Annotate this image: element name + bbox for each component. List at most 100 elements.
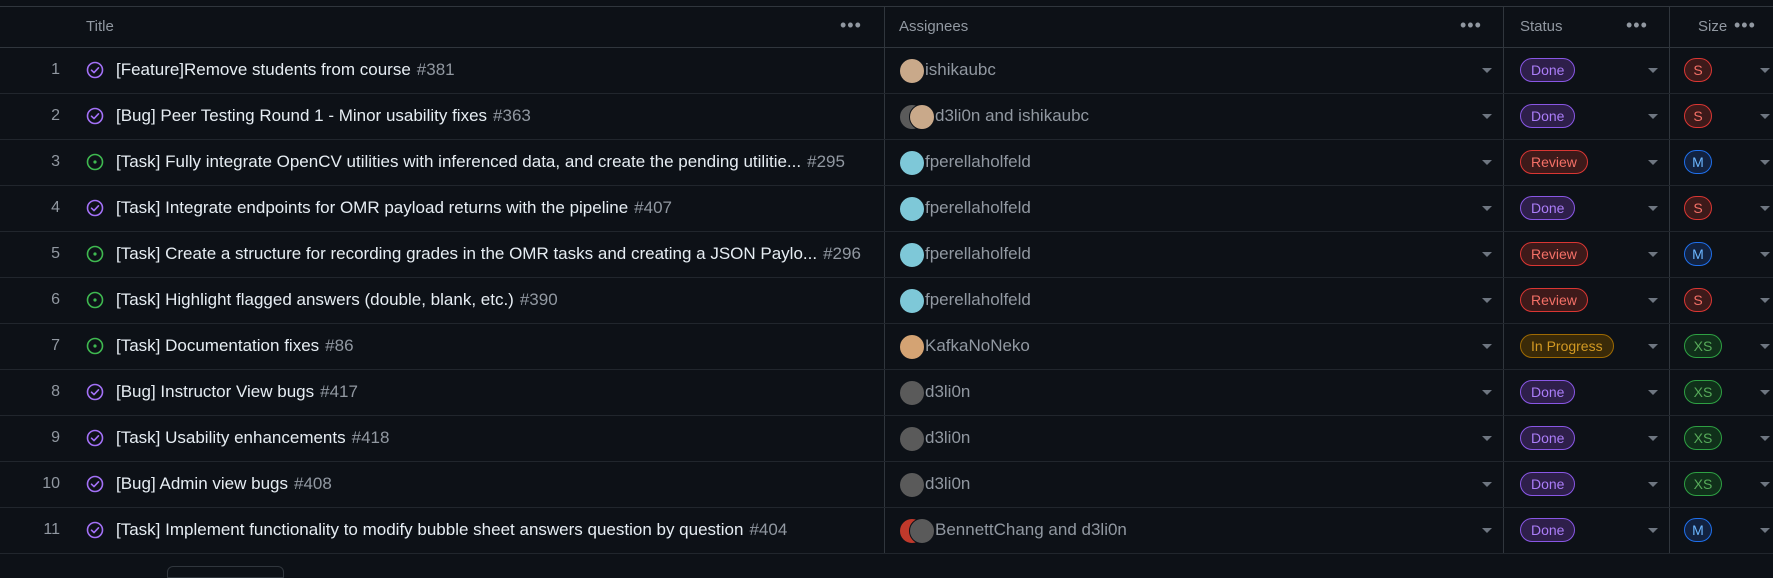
assignee-names[interactable]: fperellaholfeld (925, 277, 1031, 323)
assignee-names[interactable]: d3li0n (925, 461, 970, 507)
table-row[interactable]: 11 [Task] Implement functionality to modi… (0, 507, 1773, 554)
status-dropdown-chevron-icon[interactable] (1648, 390, 1658, 395)
size-badge[interactable]: M (1684, 518, 1712, 542)
assignee-names[interactable]: BennettChang and d3li0n (935, 507, 1127, 553)
assignees-dropdown-chevron-icon[interactable] (1482, 160, 1492, 165)
item-title-text[interactable]: [Bug] Peer Testing Round 1 - Minor usabi… (116, 106, 487, 125)
assignees-dropdown-chevron-icon[interactable] (1482, 482, 1492, 487)
item-title-text[interactable]: [Bug] Admin view bugs (116, 474, 288, 493)
status-dropdown-chevron-icon[interactable] (1648, 206, 1658, 211)
size-dropdown-chevron-icon[interactable] (1760, 206, 1770, 211)
assignees-dropdown-chevron-icon[interactable] (1482, 390, 1492, 395)
size-badge[interactable]: M (1684, 150, 1712, 174)
size-dropdown-chevron-icon[interactable] (1760, 160, 1770, 165)
table-row[interactable]: 6 [Task] Highlight flagged answers (doubl… (0, 277, 1773, 324)
item-title[interactable]: [Task] Fully integrate OpenCV utilities … (116, 139, 845, 185)
item-title-text[interactable]: [Task] Fully integrate OpenCV utilities … (116, 152, 801, 171)
assignees-dropdown-chevron-icon[interactable] (1482, 436, 1492, 441)
status-badge[interactable]: Done (1520, 472, 1576, 496)
size-badge[interactable]: M (1684, 242, 1712, 266)
column-header-title[interactable]: Title (86, 7, 114, 47)
item-title[interactable]: [Task] Highlight flagged answers (double… (116, 277, 558, 323)
status-badge[interactable]: Review (1520, 242, 1588, 266)
assignee-names[interactable]: ishikaubc (925, 47, 996, 93)
assignee-names[interactable]: fperellaholfeld (925, 231, 1031, 277)
status-badge[interactable]: In Progress (1520, 334, 1614, 358)
table-row[interactable]: 9 [Task] Usability enhancements #418 d3li0n… (0, 415, 1773, 462)
item-title-text[interactable]: [Task] Documentation fixes (116, 336, 319, 355)
size-badge[interactable]: S (1684, 288, 1712, 312)
item-title[interactable]: [Task] Create a structure for recording … (116, 231, 861, 277)
status-badge[interactable]: Review (1520, 288, 1588, 312)
table-row[interactable]: 7 [Task] Documentation fixes #86 KafkaNoNek… (0, 323, 1773, 370)
item-title-text[interactable]: [Task] Usability enhancements (116, 428, 346, 447)
column-header-status[interactable]: Status (1520, 7, 1563, 47)
size-dropdown-chevron-icon[interactable] (1760, 390, 1770, 395)
status-dropdown-chevron-icon[interactable] (1648, 436, 1658, 441)
table-row[interactable]: 3 [Task] Fully integrate OpenCV utilities… (0, 139, 1773, 186)
item-title-text[interactable]: [Task] Create a structure for recording … (116, 244, 817, 263)
size-dropdown-chevron-icon[interactable] (1760, 252, 1770, 257)
item-title-text[interactable]: [Task] Implement functionality to modify… (116, 520, 743, 539)
size-dropdown-chevron-icon[interactable] (1760, 114, 1770, 119)
status-badge[interactable]: Done (1520, 196, 1576, 220)
item-title[interactable]: [Task] Integrate endpoints for OMR paylo… (116, 185, 672, 231)
status-dropdown-chevron-icon[interactable] (1648, 298, 1658, 303)
size-dropdown-chevron-icon[interactable] (1760, 344, 1770, 349)
size-column-menu-icon[interactable]: ••• (1734, 16, 1756, 34)
assignees-dropdown-chevron-icon[interactable] (1482, 298, 1492, 303)
assignees-dropdown-chevron-icon[interactable] (1482, 206, 1492, 211)
table-row[interactable]: 2 [Bug] Peer Testing Round 1 - Minor usab… (0, 93, 1773, 140)
size-badge[interactable]: XS (1684, 380, 1722, 404)
item-title[interactable]: [Feature]Remove students from course #381 (116, 47, 455, 93)
assignee-names[interactable]: d3li0n (925, 369, 970, 415)
size-badge[interactable]: XS (1684, 426, 1722, 450)
item-title[interactable]: [Task] Implement functionality to modify… (116, 507, 787, 553)
item-title[interactable]: [Bug] Peer Testing Round 1 - Minor usabi… (116, 93, 531, 139)
size-badge[interactable]: XS (1684, 334, 1722, 358)
item-title[interactable]: [Bug] Instructor View bugs #417 (116, 369, 358, 415)
item-title-text[interactable]: [Feature]Remove students from course (116, 60, 411, 79)
assignees-dropdown-chevron-icon[interactable] (1482, 528, 1492, 533)
size-badge[interactable]: XS (1684, 472, 1722, 496)
assignee-names[interactable]: fperellaholfeld (925, 139, 1031, 185)
status-badge[interactable]: Done (1520, 380, 1576, 404)
status-dropdown-chevron-icon[interactable] (1648, 160, 1658, 165)
status-badge[interactable]: Done (1520, 104, 1576, 128)
table-row[interactable]: 5 [Task] Create a structure for recording… (0, 231, 1773, 278)
title-column-menu-icon[interactable]: ••• (840, 16, 862, 34)
item-title[interactable]: [Bug] Admin view bugs #408 (116, 461, 332, 507)
status-dropdown-chevron-icon[interactable] (1648, 482, 1658, 487)
status-badge[interactable]: Done (1520, 58, 1576, 82)
column-header-size[interactable]: Size (1698, 7, 1727, 47)
status-dropdown-chevron-icon[interactable] (1648, 252, 1658, 257)
size-badge[interactable]: S (1684, 58, 1712, 82)
status-dropdown-chevron-icon[interactable] (1648, 344, 1658, 349)
status-dropdown-chevron-icon[interactable] (1648, 68, 1658, 73)
item-title-text[interactable]: [Task] Integrate endpoints for OMR paylo… (116, 198, 628, 217)
status-dropdown-chevron-icon[interactable] (1648, 114, 1658, 119)
assignees-dropdown-chevron-icon[interactable] (1482, 344, 1492, 349)
assignees-dropdown-chevron-icon[interactable] (1482, 252, 1492, 257)
assignee-names[interactable]: fperellaholfeld (925, 185, 1031, 231)
add-item-button[interactable] (167, 566, 284, 578)
size-dropdown-chevron-icon[interactable] (1760, 436, 1770, 441)
size-dropdown-chevron-icon[interactable] (1760, 528, 1770, 533)
assignee-names[interactable]: d3li0n and ishikaubc (935, 93, 1089, 139)
size-dropdown-chevron-icon[interactable] (1760, 298, 1770, 303)
assignee-names[interactable]: d3li0n (925, 415, 970, 461)
column-header-assignees[interactable]: Assignees (899, 7, 968, 47)
assignee-names[interactable]: KafkaNoNeko (925, 323, 1030, 369)
assignees-dropdown-chevron-icon[interactable] (1482, 114, 1492, 119)
table-row[interactable]: 4 [Task] Integrate endpoints for OMR payl… (0, 185, 1773, 232)
table-row[interactable]: 8 [Bug] Instructor View bugs #417 d3li0n Don… (0, 369, 1773, 416)
status-column-menu-icon[interactable]: ••• (1626, 16, 1648, 34)
assignees-column-menu-icon[interactable]: ••• (1460, 16, 1482, 34)
table-row[interactable]: 10 [Bug] Admin view bugs #408 d3li0n Done XS (0, 461, 1773, 508)
size-dropdown-chevron-icon[interactable] (1760, 482, 1770, 487)
status-dropdown-chevron-icon[interactable] (1648, 528, 1658, 533)
status-badge[interactable]: Done (1520, 426, 1576, 450)
item-title-text[interactable]: [Bug] Instructor View bugs (116, 382, 314, 401)
item-title-text[interactable]: [Task] Highlight flagged answers (double… (116, 290, 514, 309)
size-dropdown-chevron-icon[interactable] (1760, 68, 1770, 73)
